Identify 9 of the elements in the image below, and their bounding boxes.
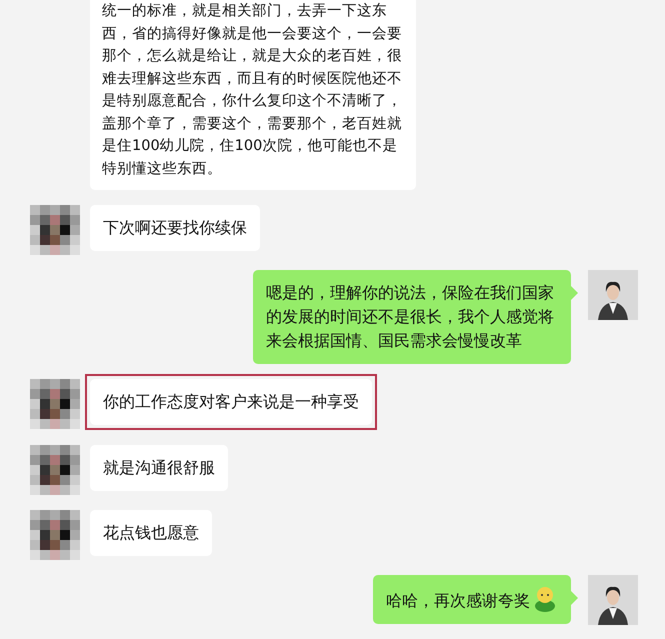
message-bubble: 花点钱也愿意 (90, 510, 212, 556)
bubble-tail (571, 591, 578, 605)
message-bubble: 统一的标准，就是相关部门，去弄一下这东西，省的搞得好像就是他一会要这个，一会要那个，怎么就是给让，就是大众的老百姓，很难去理解这些东西，而且有的时候医院他还不是特别愿意配合，你什么复印这个不清晰了，盖那个章了，需要这个，需要那个，老百姓就是住100幼儿院，住100次院，他可能也不是特别懂这些东西。 (90, 0, 416, 190)
message-bubble: 下次啊还要找你续保 (90, 205, 260, 251)
message-bubble: 你的工作态度对客户来说是一种享受 (90, 379, 372, 425)
bubble-tail (571, 286, 578, 300)
message-bubble: 嗯是的，理解你的说法，保险在我们国家的发展的时间还不是很长，我个人感觉将来会根据国情、国民需求会慢慢改革 (253, 270, 571, 364)
message-bubble: 就是沟通很舒服 (90, 445, 228, 491)
message-bubble: 哈哈，再次感谢夸奖 (373, 575, 571, 624)
